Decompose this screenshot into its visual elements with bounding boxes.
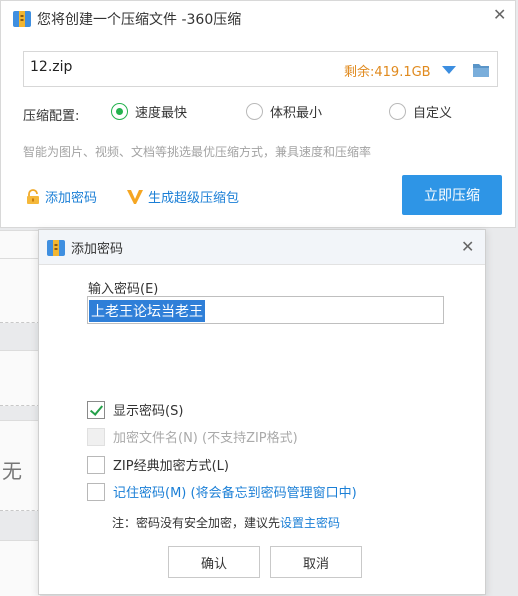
option-custom[interactable]: 自定义	[389, 102, 452, 121]
security-note-text: 注：密码没有安全加密，建议先	[112, 516, 281, 530]
dialog-title-text: 您将创建一个压缩文件 -360压缩	[37, 12, 242, 28]
dialog-title: 您将创建一个压缩文件 -360压缩	[13, 9, 241, 29]
security-note: 注：密码没有安全加密，建议先设置主密码	[112, 514, 340, 531]
super-package-link[interactable]: 生成超级压缩包	[126, 187, 239, 206]
option-fastest[interactable]: 速度最快	[111, 102, 187, 121]
checkbox-box[interactable]	[87, 455, 105, 474]
background-panel-row	[0, 540, 40, 596]
cancel-button[interactable]: 取消	[270, 546, 362, 578]
output-path-field[interactable]: 剩余:419.1GB	[23, 51, 498, 87]
app-icon	[47, 239, 65, 256]
radio-button[interactable]	[246, 103, 263, 120]
password-dialog-title-text: 添加密码	[71, 242, 124, 257]
password-input-label: 输入密码(E)	[88, 282, 159, 297]
lock-icon	[27, 188, 39, 204]
close-icon[interactable]: ✕	[461, 239, 474, 255]
radio-button[interactable]	[389, 103, 406, 120]
compress-now-button[interactable]: 立即压缩	[402, 175, 502, 215]
password-dialog-title: 添加密码	[47, 238, 123, 257]
compress-dialog: 您将创建一个压缩文件 -360压缩 ✕ 剩余:419.1GB 压缩配置: 速度最…	[0, 0, 516, 228]
close-icon[interactable]: ✕	[493, 7, 506, 23]
background-divider	[0, 322, 40, 324]
zip-classic-encryption-label: ZIP经典加密方式(L)	[113, 459, 229, 474]
option-label: 自定义	[413, 106, 453, 121]
add-password-label: 添加密码	[45, 191, 98, 206]
option-label: 速度最快	[135, 106, 188, 121]
checkbox-box[interactable]	[87, 482, 105, 501]
mode-hint-text: 智能为图片、视频、文档等挑选最优压缩方式，兼具速度和压缩率	[23, 145, 372, 159]
password-value: 上老王论坛当老王	[89, 300, 205, 322]
app-icon	[13, 11, 31, 27]
background-panel-row	[0, 230, 40, 259]
confirm-button[interactable]: 确认	[168, 546, 260, 578]
show-password-checkbox[interactable]: 显示密码(S)	[87, 400, 183, 419]
v-badge-icon	[127, 189, 143, 204]
background-panel-row	[0, 258, 40, 323]
password-input[interactable]: 上老王论坛当老王	[87, 296, 444, 324]
compression-config-label: 压缩配置:	[23, 109, 80, 124]
remember-password-label: 记住密码(M) (将会备忘到密码管理窗口中)	[113, 486, 357, 501]
add-password-link[interactable]: 添加密码	[25, 187, 97, 206]
remaining-space-label: 剩余:419.1GB	[344, 65, 431, 80]
output-path-input[interactable]	[30, 59, 280, 75]
set-master-password-link[interactable]: 设置主密码	[280, 516, 340, 530]
checkbox-box	[87, 427, 105, 446]
encrypt-filename-label: 加密文件名(N) (不支持ZIP格式)	[113, 431, 298, 446]
option-label: 体积最小	[270, 106, 323, 121]
add-password-dialog: 添加密码 ✕ 输入密码(E) 上老王论坛当老王 显示密码(S) 加密文件名(N)…	[38, 229, 486, 595]
zip-classic-encryption-checkbox[interactable]: ZIP经典加密方式(L)	[87, 455, 229, 474]
super-package-label: 生成超级压缩包	[148, 191, 240, 206]
remember-password-checkbox[interactable]: 记住密码(M) (将会备忘到密码管理窗口中)	[87, 482, 357, 501]
background-panel-row	[0, 350, 40, 406]
background-divider	[0, 510, 40, 512]
show-password-label: 显示密码(S)	[113, 404, 184, 419]
folder-icon[interactable]	[472, 62, 490, 78]
background-divider	[0, 405, 40, 407]
background-partial-text: 无	[2, 459, 22, 483]
checkmark-icon[interactable]	[87, 400, 105, 419]
radio-button[interactable]	[111, 103, 128, 120]
dropdown-icon[interactable]	[442, 66, 456, 74]
option-smallest[interactable]: 体积最小	[246, 102, 322, 121]
password-dialog-titlebar: 添加密码 ✕	[39, 230, 485, 265]
encrypt-filename-checkbox: 加密文件名(N) (不支持ZIP格式)	[87, 427, 298, 446]
